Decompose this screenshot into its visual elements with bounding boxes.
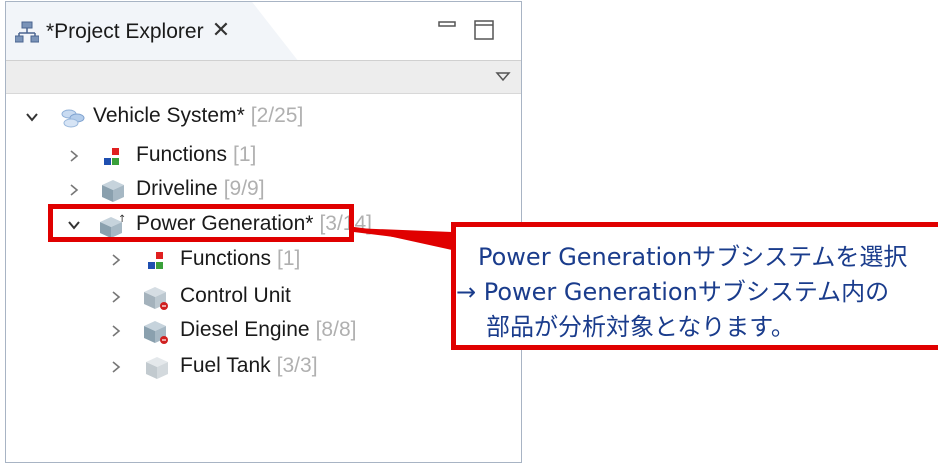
tree-node-count: [2/25] xyxy=(250,104,304,127)
chevron-right-icon[interactable] xyxy=(66,148,82,164)
system-icon xyxy=(61,109,85,128)
chevron-down-icon[interactable] xyxy=(24,109,40,125)
tree-node-label: Driveline [9/9] xyxy=(136,177,265,200)
tree-node-label: Functions [1] xyxy=(180,247,301,270)
tree-node-label: Diesel Engine [8/8] xyxy=(180,318,357,341)
chevron-right-icon[interactable] xyxy=(108,289,124,305)
tree-node-count: [1] xyxy=(277,247,301,270)
annotation-callout: Power Generationサブシステムを選択 → Power Genera… xyxy=(451,222,938,350)
functions-icon xyxy=(148,252,163,269)
tree-node-functions[interactable]: Functions [1] xyxy=(6,243,506,277)
callout-line-3: 部品が分析対象となります。 xyxy=(486,313,795,341)
tree-node-label: Functions [1] xyxy=(136,143,257,166)
tree-node-label: Fuel Tank [3/3] xyxy=(180,354,318,377)
view-menu-icon[interactable] xyxy=(495,70,511,82)
functions-icon xyxy=(104,148,119,165)
tab-bar: *Project Explorer ✕ xyxy=(6,2,521,62)
close-tab-icon[interactable]: ✕ xyxy=(209,18,233,42)
chevron-right-icon[interactable] xyxy=(66,182,82,198)
tree-node-control-unit[interactable]: Control Unit xyxy=(6,280,506,314)
selection-highlight-box xyxy=(48,204,354,242)
component-cube-icon xyxy=(144,287,168,310)
chevron-right-icon[interactable] xyxy=(108,359,124,375)
tree-node-driveline[interactable]: Driveline [9/9] xyxy=(6,173,506,207)
tab-project-explorer[interactable]: *Project Explorer ✕ xyxy=(6,2,299,62)
cube-icon xyxy=(102,180,124,202)
light-cube-icon xyxy=(146,357,168,379)
tree-node-count: [1] xyxy=(233,143,257,166)
tree-node-label: Vehicle System* [2/25] xyxy=(93,104,304,127)
callout-line-1: Power Generationサブシステムを選択 xyxy=(478,243,908,271)
chevron-right-icon[interactable] xyxy=(108,323,124,339)
tree-node-count: [8/8] xyxy=(315,318,357,341)
tree-node-count: [9/9] xyxy=(223,177,265,200)
chevron-right-icon[interactable] xyxy=(108,252,124,268)
maximize-icon[interactable] xyxy=(472,18,496,42)
view-toolbar xyxy=(6,60,521,94)
project-explorer-icon xyxy=(15,21,39,43)
component-cube-icon xyxy=(144,321,168,344)
minimize-icon[interactable] xyxy=(436,18,458,36)
tree-node-count: [3/3] xyxy=(276,354,318,377)
tree-node-label: Control Unit xyxy=(180,284,291,307)
tab-title: *Project Explorer xyxy=(46,20,204,43)
tree-node-vehicle-system[interactable]: Vehicle System* [2/25] xyxy=(6,100,506,134)
tree-node-diesel-engine[interactable]: Diesel Engine [8/8] xyxy=(6,314,506,348)
callout-line-2: → Power Generationサブシステム内の xyxy=(456,278,890,306)
tree-node-functions[interactable]: Functions [1] xyxy=(6,139,506,173)
tree-node-fuel-tank[interactable]: Fuel Tank [3/3] xyxy=(6,350,506,384)
